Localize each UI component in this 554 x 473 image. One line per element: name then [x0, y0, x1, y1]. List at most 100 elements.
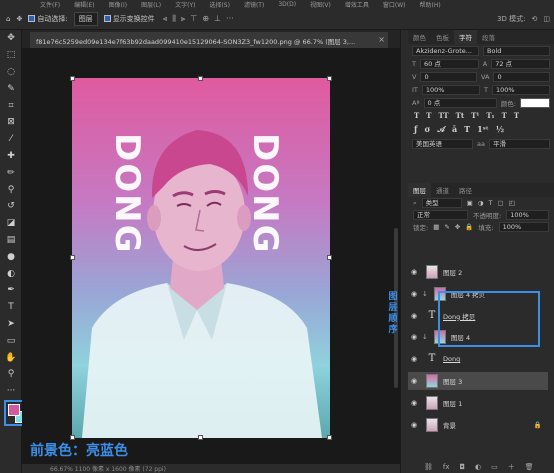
type-tool-icon[interactable]: T [0, 299, 22, 316]
visibility-eye-icon[interactable]: ◉ [408, 355, 420, 363]
layer-style-icon[interactable]: fx [443, 463, 450, 471]
fraction-icon[interactable]: ½ [496, 124, 504, 135]
visibility-eye-icon[interactable]: ◉ [408, 333, 420, 341]
visibility-eye-icon[interactable]: ◉ [408, 421, 420, 429]
healing-brush-tool-icon[interactable]: ✚ [0, 148, 22, 165]
layer-row[interactable]: ◉ 图层 2 [408, 263, 548, 281]
pen-tool-icon[interactable]: ✒ [0, 282, 22, 299]
tab-color[interactable]: 颜色 [408, 30, 431, 44]
all-caps-button[interactable]: TT [438, 111, 448, 120]
transform-handle[interactable] [327, 255, 332, 260]
new-layer-icon[interactable]: ＋ [508, 462, 515, 472]
horizontal-scale-field[interactable]: 100% [491, 84, 550, 95]
lock-paint-icon[interactable]: ✎ [444, 223, 449, 231]
history-brush-tool-icon[interactable]: ↺ [0, 198, 22, 215]
close-icon[interactable]: × [378, 35, 385, 44]
adjustment-layer-icon[interactable]: ◐ [475, 463, 481, 471]
font-family-dropdown[interactable]: Akzidenz-Grote... [412, 45, 479, 56]
layer-row[interactable]: ◉ 背景 🔒 [408, 416, 548, 434]
align-middle-icon[interactable]: ⊕ [202, 14, 209, 24]
fill-field[interactable]: 100% [498, 222, 549, 232]
more-tools-icon[interactable]: ··· [0, 383, 22, 400]
lasso-tool-icon[interactable]: ◌ [0, 64, 22, 81]
menu-item[interactable]: 选择(S) [209, 0, 230, 9]
visibility-eye-icon[interactable]: ◉ [408, 377, 420, 385]
tab-character[interactable]: 字符 [454, 30, 477, 44]
oldstyle-icon[interactable]: σ [424, 124, 430, 135]
quick-select-tool-icon[interactable]: ✎ [0, 80, 22, 97]
hand-tool-icon[interactable]: ✋ [0, 349, 22, 366]
link-layers-icon[interactable]: ⛓ [424, 463, 433, 471]
path-select-tool-icon[interactable]: ➤ [0, 316, 22, 333]
filter-adjust-icon[interactable]: ◑ [478, 199, 484, 207]
faux-italic-button[interactable]: T [426, 111, 431, 120]
crop-tool-icon[interactable]: ⌗ [0, 97, 22, 114]
strikethrough-button[interactable]: T [514, 111, 519, 120]
eraser-tool-icon[interactable]: ◪ [0, 215, 22, 232]
marquee-tool-icon[interactable]: ⬚ [0, 47, 22, 64]
move-tool-icon[interactable]: ✥ [0, 30, 22, 47]
lock-move-icon[interactable]: ✥ [455, 223, 460, 231]
rectangle-tool-icon[interactable]: ▭ [0, 332, 22, 349]
visibility-eye-icon[interactable]: ◉ [408, 399, 420, 407]
transform-handle[interactable] [70, 76, 75, 81]
document-tab[interactable]: f81e76c5259ed09e134e7f63b92daad099410e15… [30, 32, 388, 48]
align-top-icon[interactable]: ⊤ [190, 14, 197, 24]
filter-pixel-icon[interactable]: ▣ [467, 199, 473, 207]
auto-select-dropdown[interactable]: 图层 [73, 11, 98, 26]
dodge-tool-icon[interactable]: ◐ [0, 265, 22, 282]
home-icon[interactable]: ⌂ [6, 15, 10, 23]
tab-paths[interactable]: 路径 [454, 183, 477, 197]
lock-pixels-icon[interactable]: ▦ [433, 223, 439, 231]
move-tool-icon[interactable]: ✥ [16, 15, 22, 23]
align-right-icon[interactable]: ⫸ [181, 14, 186, 24]
eyedropper-tool-icon[interactable]: ⁄ [0, 131, 22, 148]
filter-smart-icon[interactable]: ◰ [509, 199, 515, 207]
artwork-canvas[interactable]: DONG DONG [72, 78, 330, 438]
menu-item[interactable]: 帮助(H) [420, 0, 441, 9]
3d-camera-icon[interactable]: ◫ [543, 15, 550, 23]
layer-row[interactable]: ◉ 图层 3 [408, 372, 548, 390]
text-color-swatch[interactable] [520, 97, 550, 108]
delete-layer-icon[interactable]: 🗑 [525, 463, 534, 471]
menu-item[interactable]: 视图(V) [310, 0, 331, 9]
language-dropdown[interactable]: 美国英语 [412, 138, 474, 149]
blur-tool-icon[interactable]: ● [0, 248, 22, 265]
transform-handle[interactable] [198, 435, 203, 440]
foreground-color-swatch[interactable] [8, 404, 20, 416]
menu-item[interactable]: 滤镜(T) [244, 0, 264, 9]
zoom-tool-icon[interactable]: ⚲ [0, 366, 22, 383]
more-options-icon[interactable]: ··· [226, 14, 234, 24]
layer-filter-dropdown[interactable]: 类型 [421, 198, 462, 208]
menu-item[interactable]: 编辑(E) [74, 0, 94, 9]
ligature-icon[interactable]: ƒ [414, 124, 417, 135]
auto-select-checkbox[interactable]: 自动选择: [28, 14, 68, 24]
clone-stamp-tool-icon[interactable]: ⚲ [0, 181, 22, 198]
tab-layers[interactable]: 图层 [408, 183, 431, 197]
layer-row[interactable]: ◉ T Dong [408, 350, 548, 368]
tracking-field[interactable]: 0 [493, 71, 550, 82]
tab-channels[interactable]: 通道 [431, 183, 454, 197]
visibility-eye-icon[interactable]: ◉ [408, 268, 420, 276]
titling-icon[interactable]: T [464, 124, 470, 135]
leading-field[interactable]: 72 点 [491, 58, 550, 69]
3d-rotate-icon[interactable]: ⟲ [532, 15, 538, 23]
faux-bold-button[interactable]: T [414, 111, 419, 120]
tab-swatches[interactable]: 色板 [431, 30, 454, 44]
visibility-eye-icon[interactable]: ◉ [408, 312, 420, 320]
filter-type-icon[interactable]: T [488, 199, 492, 207]
filter-shape-icon[interactable]: ▢ [497, 199, 503, 207]
transform-handle[interactable] [198, 76, 203, 81]
anti-alias-dropdown[interactable]: 平滑 [488, 138, 550, 149]
transform-handle[interactable] [70, 255, 75, 260]
frame-tool-icon[interactable]: ⊠ [0, 114, 22, 131]
layer-row[interactable]: ◉ 图层 1 [408, 394, 548, 412]
baseline-shift-field[interactable]: 0 点 [423, 97, 497, 108]
lock-icon[interactable]: 🔒 [534, 421, 542, 429]
group-icon[interactable]: ▭ [491, 463, 498, 471]
font-size-field[interactable]: 60 点 [419, 58, 479, 69]
opacity-field[interactable]: 100% [506, 210, 549, 220]
transform-handle[interactable] [327, 76, 332, 81]
menu-item[interactable]: 图层(L) [141, 0, 161, 9]
menu-item[interactable]: 增效工具 [345, 0, 369, 9]
